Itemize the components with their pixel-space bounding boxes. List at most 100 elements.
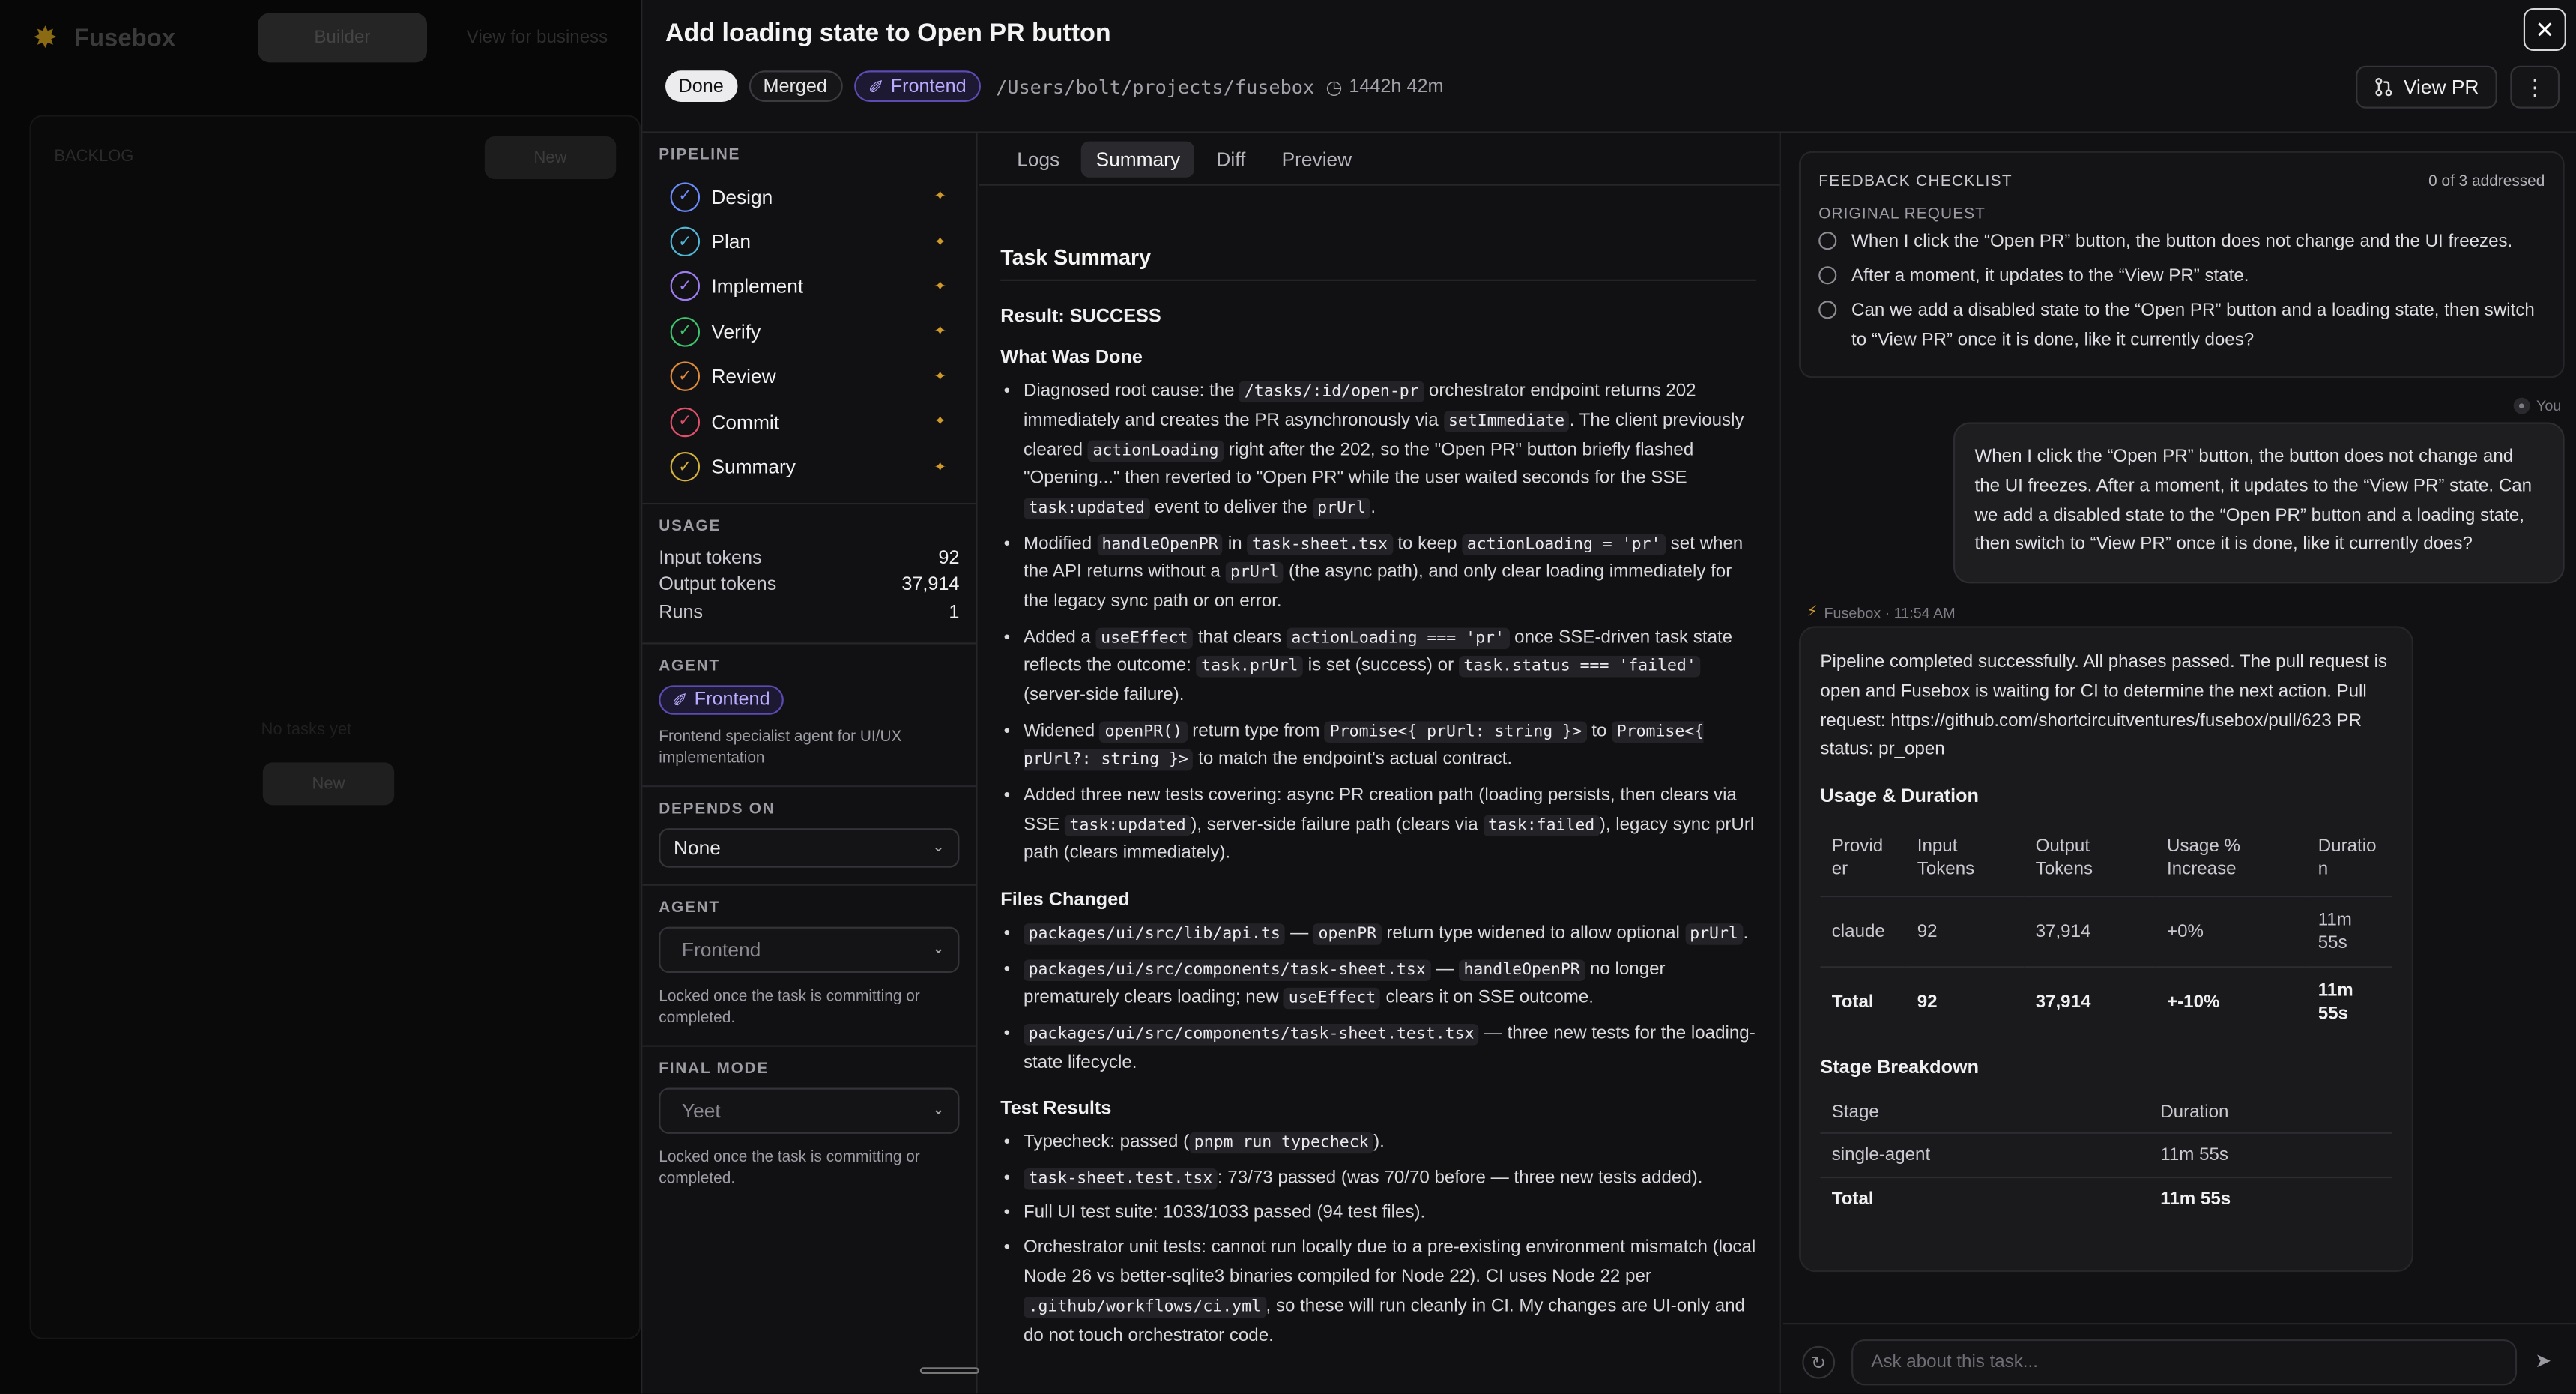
user-message: When I click the “Open PR” button, the b…: [1953, 422, 2565, 584]
pipeline-stage-summary[interactable]: ✓ Summary ✦: [659, 444, 959, 489]
pipeline-stage-verify[interactable]: ✓ Verify ✦: [659, 310, 959, 354]
table-cell: 92: [1905, 895, 2025, 967]
what-was-done-list: Diagnosed root cause: the /tasks/:id/ope…: [1000, 378, 1756, 869]
table-cell: +0%: [2155, 895, 2307, 967]
send-button[interactable]: ➤: [2535, 1349, 2551, 1372]
stage-label: Design: [711, 185, 773, 208]
feedback-item-text: When I click the “Open PR” button, the b…: [1851, 232, 2513, 252]
view-pr-button[interactable]: View PR: [2356, 65, 2497, 109]
table-header: Usage % Increase: [2167, 836, 2240, 881]
background-board: BACKLOG New No tasks yet New: [29, 115, 641, 1339]
tab-bar: Logs Summary Diff Preview: [979, 133, 1780, 186]
final-mode-select[interactable]: Yeet ⌄: [659, 1087, 960, 1134]
list-item: packages/ui/src/components/task-sheet.ts…: [1000, 956, 1756, 1014]
assistant-message: Pipeline completed successfully. All pha…: [1798, 626, 2413, 1273]
send-icon: ➤: [2535, 1349, 2552, 1372]
task-title: Add loading state to Open PR button: [665, 19, 1111, 48]
status-badge: Done: [665, 70, 737, 102]
assistant-label: ⚡ Fusebox · 11:54 AM: [1807, 603, 1956, 621]
feedback-item[interactable]: After a moment, it updates to the “View …: [1818, 263, 2545, 292]
usage-value: 1: [949, 603, 960, 623]
tab-logs[interactable]: Logs: [1002, 140, 1074, 176]
agent-info-section: AGENT ✐ Frontend Frontend specialist agen…: [642, 644, 976, 788]
bolt-icon: ⚡: [1806, 603, 1818, 620]
assistant-text: Pipeline completed successfully. All pha…: [1820, 652, 2387, 760]
check-icon: ✓: [670, 406, 701, 437]
tab-summary[interactable]: Summary: [1080, 140, 1195, 177]
table-header: Duration: [2160, 1102, 2229, 1123]
tab-preview[interactable]: Preview: [1267, 140, 1367, 176]
table-header: Input Tokens: [1917, 836, 1975, 881]
background-builder-button: Builder: [257, 13, 428, 63]
depends-on-select[interactable]: None ⌄: [659, 827, 960, 868]
table-row: claude 92 37,914 +0% 11m 55s: [1820, 895, 2392, 967]
stage-label: Plan: [711, 230, 752, 253]
table-cell: claude: [1820, 895, 1906, 967]
check-icon: ✓: [670, 361, 701, 392]
agent-lock-note: Locked once the task is committing or co…: [659, 987, 920, 1028]
clock-icon: ◷: [1325, 78, 1343, 98]
list-item: Typecheck: passed (pnpm run typecheck).: [1000, 1129, 1756, 1159]
check-icon: ✓: [670, 316, 701, 347]
merged-badge: Merged: [748, 70, 842, 102]
close-button[interactable]: ✕: [2523, 7, 2566, 51]
more-button[interactable]: ⋮: [2510, 65, 2560, 109]
agent-select-heading: AGENT: [659, 899, 720, 917]
feedback-item[interactable]: When I click the “Open PR” button, the b…: [1818, 229, 2545, 257]
table-cell: +-10%: [2155, 965, 2307, 1037]
radio-icon[interactable]: [1818, 266, 1837, 285]
pipeline-stage-review[interactable]: ✓ Review ✦: [659, 354, 959, 399]
table-row: Total 92 37,914 +-10% 11m 55s: [1820, 965, 2392, 1037]
pipeline-stage-plan[interactable]: ✓ Plan ✦: [659, 219, 959, 264]
task-meta: Done Merged ✐ Frontend /Users/bolt/projec…: [665, 70, 1444, 102]
feedback-count: 0 of 3 addressed: [2428, 172, 2545, 191]
agent-badge-label: Frontend: [890, 76, 967, 97]
tab-diff[interactable]: Diff: [1202, 140, 1260, 176]
files-changed-heading: Files Changed: [1000, 890, 1130, 911]
duration-value: 1442h 42m: [1349, 76, 1444, 97]
usage-value: 37,914: [901, 576, 960, 596]
sparkle-icon: ✦: [934, 277, 946, 295]
stage-label: Implement: [711, 275, 804, 298]
background-new-button: New: [484, 136, 617, 179]
close-icon: ✕: [2535, 15, 2555, 42]
check-icon: ✓: [670, 226, 701, 257]
agent-select[interactable]: Frontend ⌄: [659, 926, 960, 973]
sparkle-icon: ✐: [671, 691, 688, 712]
list-item: Widened openPR() return type from Promis…: [1000, 717, 1756, 776]
user-label-text: You: [2536, 397, 2562, 414]
background-brand: Fusebox: [73, 23, 176, 52]
chat-input[interactable]: Ask about this task...: [1851, 1339, 2518, 1386]
git-pull-request-icon: [2375, 78, 2392, 97]
pipeline-stage-design[interactable]: ✓ Design ✦: [659, 174, 959, 219]
pipeline-stage-implement[interactable]: ✓ Implement ✦: [659, 265, 959, 310]
table-cell: single-agent: [1820, 1132, 2149, 1177]
final-mode-lock-note: Locked once the task is committing or co…: [659, 1148, 920, 1189]
background-board-title: BACKLOG: [54, 148, 134, 166]
usage-heading: USAGE: [659, 517, 722, 536]
agent-info-badge: ✐ Frontend: [659, 685, 784, 715]
summary-panel: Logs Summary Diff Preview Task Summary R…: [979, 133, 1781, 1394]
feedback-item-text: Can we add a disabled state to the “Open…: [1851, 301, 2535, 349]
task-sidebar: PIPELINE ✓ Design ✦ ✓ Plan ✦ ✓ Implement…: [642, 133, 978, 1394]
assistant-label-text: Fusebox · 11:54 AM: [1824, 603, 1956, 621]
sparkle-icon: ✦: [934, 187, 946, 205]
scroll-indicator[interactable]: [919, 1367, 979, 1375]
feedback-item[interactable]: Can we add a disabled state to the “Open…: [1818, 298, 2545, 355]
feedback-subheading: ORIGINAL REQUEST: [1818, 205, 1986, 224]
usage-row: Runs 1: [659, 599, 959, 626]
stage-label: Summary: [711, 455, 796, 479]
table-row: single-agent 11m 55s: [1820, 1132, 2392, 1177]
check-icon: ✓: [670, 181, 701, 212]
feedback-header: FEEDBACK CHECKLIST 0 of 3 addressed: [1818, 172, 2545, 190]
test-results-list: Typecheck: passed (pnpm run typecheck). …: [1000, 1129, 1756, 1352]
radio-icon[interactable]: [1818, 301, 1837, 319]
radio-icon[interactable]: [1818, 232, 1837, 250]
final-mode-heading: FINAL MODE: [659, 1060, 769, 1078]
pipeline-stage-commit[interactable]: ✓ Commit ✦: [659, 399, 959, 444]
stage-label: Review: [711, 365, 776, 389]
stage-table: Stage Duration single-agent 11m 55s Tota…: [1820, 1093, 2392, 1222]
background-empty-text: No tasks yet: [261, 721, 352, 740]
refresh-button[interactable]: ↻: [1802, 1345, 1836, 1379]
depends-on-section: DEPENDS ON None ⌄: [642, 787, 976, 886]
